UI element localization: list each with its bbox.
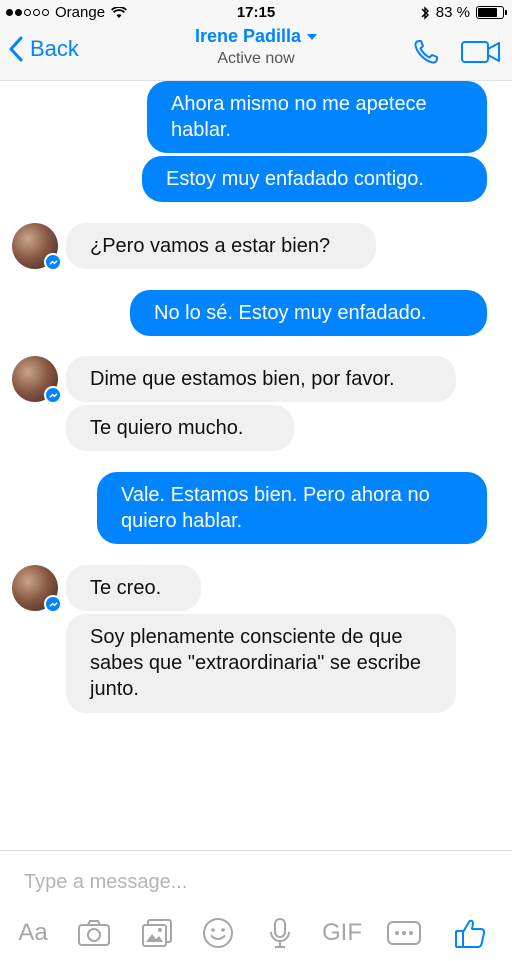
gallery-button[interactable] xyxy=(137,913,177,953)
emoji-button[interactable] xyxy=(198,913,238,953)
gif-label: GIF xyxy=(322,919,362,946)
status-bar: Orange 17:15 83 % xyxy=(0,0,512,26)
battery-percent: 83 % xyxy=(435,4,470,21)
call-actions xyxy=(412,38,502,66)
phone-icon[interactable] xyxy=(412,38,440,66)
text-format-button[interactable]: Aa xyxy=(12,913,54,953)
bluetooth-icon xyxy=(421,5,429,20)
microphone-button[interactable] xyxy=(262,913,298,953)
conversation-header: Back Irene Padilla Active now xyxy=(0,26,512,81)
incoming-message[interactable]: Te creo. xyxy=(66,565,201,611)
message-list[interactable]: Ahora mismo no me apetece hablar. Estoy … xyxy=(0,80,512,850)
composer-toolbar: Aa GIF xyxy=(0,913,512,953)
text-format-label: Aa xyxy=(18,919,48,946)
messenger-badge-icon xyxy=(44,253,62,271)
more-button[interactable] xyxy=(384,913,424,953)
avatar[interactable] xyxy=(12,223,62,271)
outgoing-message[interactable]: No lo sé. Estoy muy enfadado. xyxy=(130,290,487,336)
camera-button[interactable] xyxy=(74,913,114,953)
incoming-message[interactable]: ¿Pero vamos a estar bien? xyxy=(66,223,376,269)
battery-icon xyxy=(476,6,507,19)
thumbs-up-icon xyxy=(455,919,486,948)
like-button[interactable] xyxy=(450,913,490,953)
more-icon xyxy=(387,921,421,945)
microphone-icon xyxy=(270,918,290,948)
gif-button[interactable]: GIF xyxy=(318,913,366,953)
battery-info: 83 % xyxy=(420,4,507,21)
messenger-badge-icon xyxy=(44,386,62,404)
avatar[interactable] xyxy=(12,565,62,613)
incoming-message[interactable]: Soy plenamente consciente de que sabes q… xyxy=(66,614,456,713)
gallery-icon xyxy=(142,919,172,947)
outgoing-message[interactable]: Ahora mismo no me apetece hablar. xyxy=(147,81,487,153)
outgoing-message[interactable]: Vale. Estamos bien. Pero ahora no quiero… xyxy=(97,472,487,544)
emoji-icon xyxy=(203,918,233,948)
camera-icon xyxy=(78,920,110,946)
incoming-message[interactable]: Dime que estamos bien, por favor. xyxy=(66,356,456,402)
incoming-message[interactable]: Te quiero mucho. xyxy=(66,405,294,451)
message-composer: Aa xyxy=(0,850,512,961)
avatar[interactable] xyxy=(12,356,62,404)
message-input[interactable] xyxy=(22,865,486,899)
messenger-badge-icon xyxy=(44,595,62,613)
contact-name: Irene Padilla xyxy=(194,26,302,46)
video-camera-icon[interactable] xyxy=(460,39,502,65)
outgoing-message[interactable]: Estoy muy enfadado contigo. xyxy=(142,156,487,202)
chevron-down-icon xyxy=(307,33,318,40)
